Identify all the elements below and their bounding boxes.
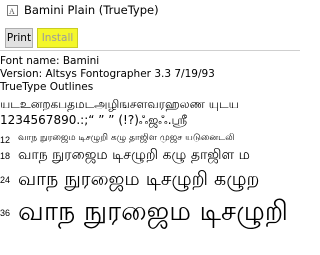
install-button[interactable]: Install <box>37 28 78 48</box>
size-sample-12: 12 வாந நுரஜைம டிசழுறி கழு தாஜிள முஜச யடு… <box>0 133 300 147</box>
window-title: Bamini Plain (TrueType) <box>24 3 159 17</box>
svg-text:A: A <box>9 7 15 16</box>
size-label: 18 <box>0 151 11 161</box>
size-sample-18: 18 வாந நுரஜைம டிசழுறி கழு தாஜிள ம <box>0 147 300 169</box>
print-button[interactable]: Print <box>5 28 33 48</box>
size-label: 24 <box>0 175 11 185</box>
size-sample-24: 24 வாந நுரஜைம டிசழுறி கழுற <box>0 168 300 196</box>
size-sample-text: வாந நுரஜைம டிசழுறி கழுற <box>18 168 260 190</box>
toolbar-divider <box>0 50 300 51</box>
size-sample-text: வாந நுரஜைம டிசழுறி கழு தாஜிள முஜச யடுனைட… <box>18 133 235 143</box>
font-name-line: Font name: Bamini <box>0 55 100 67</box>
digits-sample: 1234567890.:;“ ” ” (!?)ஃஜஃ.ஸ்ரீ <box>0 113 188 127</box>
size-label: 12 <box>0 135 11 145</box>
font-version-line: Version: Altsys Fontographer 3.3 7/19/93 <box>0 68 215 80</box>
font-type-line: TrueType Outlines <box>0 81 94 93</box>
size-sample-text: வாந நுரஜைம டிசழுறி கழு தாஜிள ம <box>18 147 250 163</box>
title-bar: A Bamini Plain (TrueType) <box>0 0 300 22</box>
alphabet-sample: யடஉனறகபதமடஅழிஙசளவரஹலண யுடய <box>0 97 239 111</box>
font-file-icon: A <box>7 5 18 16</box>
size-sample-text: வாந நுரஜைம டிசழுறி <box>18 196 289 227</box>
size-label: 36 <box>0 208 11 218</box>
size-sample-36: 36 வாந நுரஜைம டிசழுறி <box>0 196 300 232</box>
